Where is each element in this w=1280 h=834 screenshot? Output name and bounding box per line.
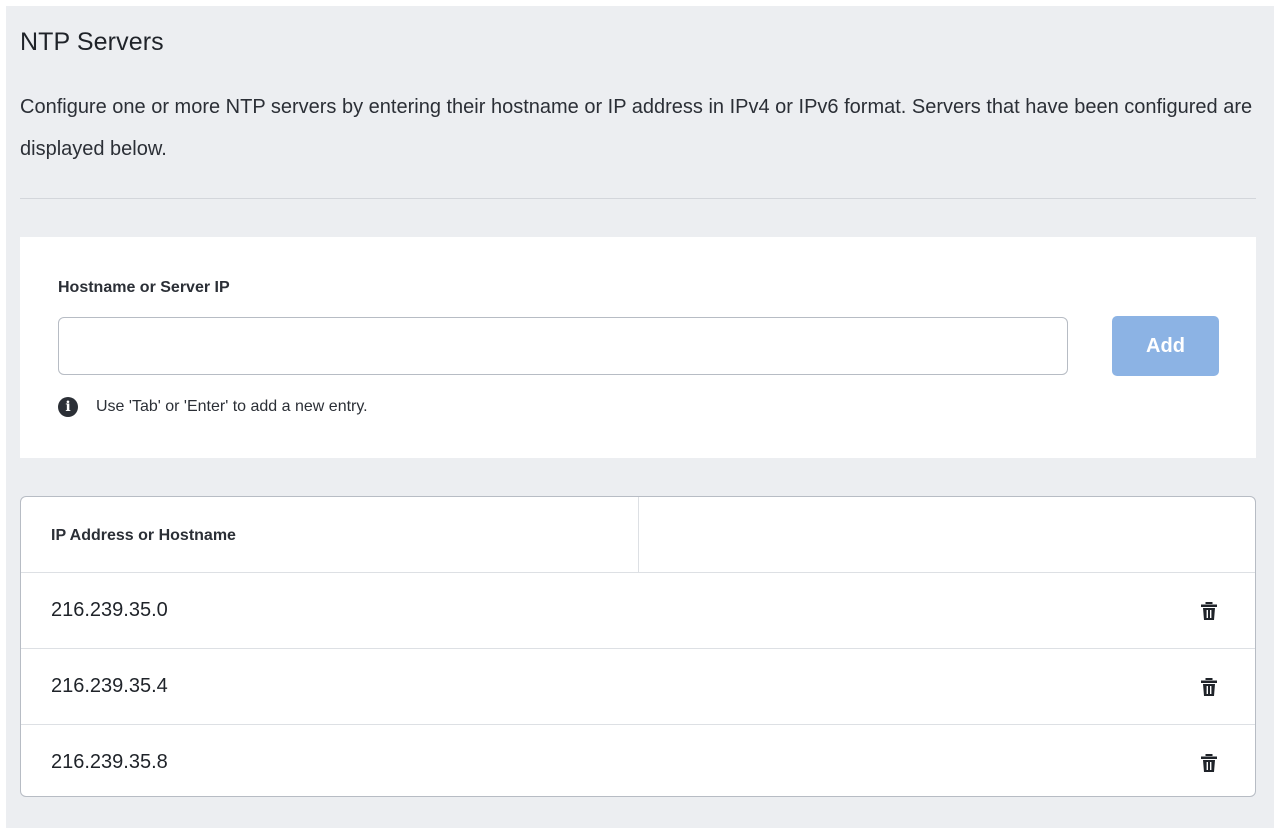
- input-hint-text: Use 'Tab' or 'Enter' to add a new entry.: [96, 398, 368, 415]
- table-row: 216.239.35.4: [21, 649, 1255, 725]
- input-hint: i Use 'Tab' or 'Enter' to add a new entr…: [58, 397, 368, 417]
- hostname-field-label: Hostname or Server IP: [58, 279, 230, 296]
- table-row: 216.239.35.8: [21, 725, 1255, 796]
- trash-icon: [1201, 602, 1217, 620]
- column-header-address: IP Address or Hostname: [51, 527, 236, 544]
- add-server-form: Hostname or Server IP Add i Use 'Tab' or…: [20, 237, 1256, 458]
- section-title: NTP Servers: [20, 28, 164, 56]
- server-address: 216.239.35.8: [51, 751, 168, 773]
- column-divider: [638, 497, 639, 572]
- trash-icon: [1201, 754, 1217, 772]
- delete-server-button[interactable]: [1197, 675, 1221, 699]
- info-icon: i: [58, 397, 78, 417]
- add-button[interactable]: Add: [1112, 316, 1219, 376]
- server-address: 216.239.35.0: [51, 599, 168, 621]
- section-description: Configure one or more NTP servers by ent…: [20, 96, 1253, 160]
- table-row: 216.239.35.0: [21, 573, 1255, 649]
- trash-icon: [1201, 678, 1217, 696]
- hostname-input[interactable]: [58, 317, 1068, 375]
- ntp-servers-table: IP Address or Hostname 216.239.35.0 216.…: [20, 496, 1256, 797]
- ntp-servers-panel: NTP Servers Configure one or more NTP se…: [6, 6, 1274, 828]
- delete-server-button[interactable]: [1197, 599, 1221, 623]
- table-header: IP Address or Hostname: [21, 497, 1255, 573]
- delete-server-button[interactable]: [1197, 751, 1221, 775]
- server-address: 216.239.35.4: [51, 675, 168, 697]
- section-divider: [20, 198, 1256, 199]
